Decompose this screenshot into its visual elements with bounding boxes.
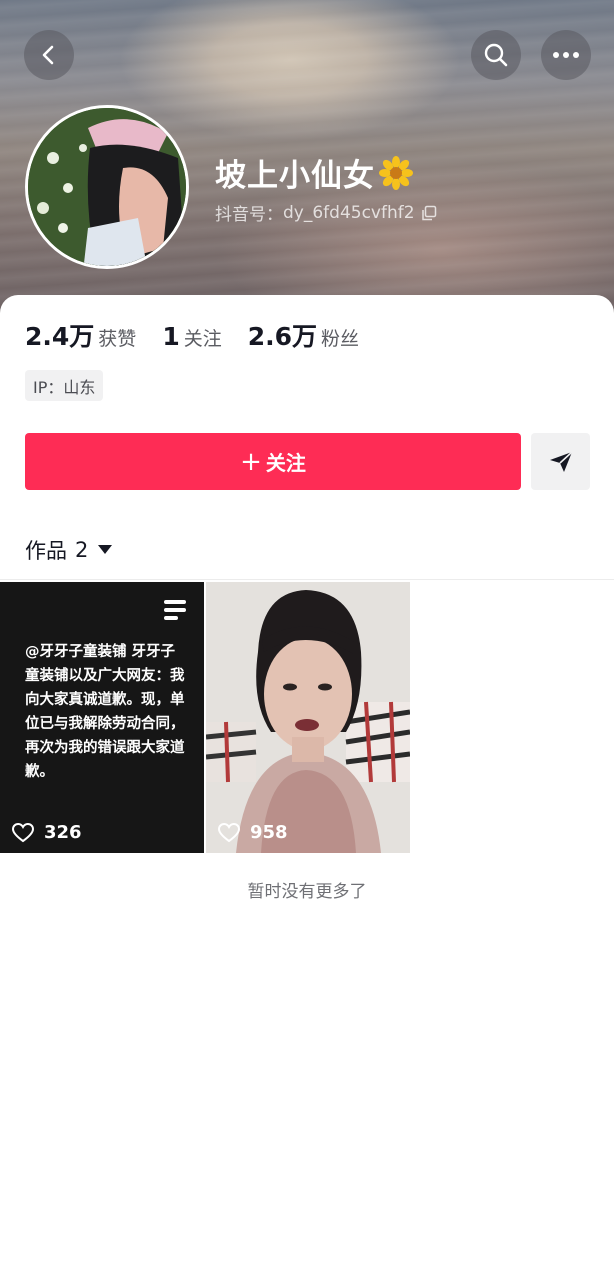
stat-value: 1 xyxy=(162,322,180,351)
follow-button-label: 关注 xyxy=(265,451,306,475)
works-tab[interactable]: 作品 2 xyxy=(25,535,113,565)
stat-following[interactable]: 1 关注 xyxy=(162,322,221,351)
ip-location-tag: IP：山东 xyxy=(25,370,104,401)
caret-down-icon xyxy=(98,545,113,555)
share-icon xyxy=(549,450,573,472)
video-thumbnail[interactable]: @牙牙子童装铺 牙牙子童装铺以及广大网友：我向大家真诚道歉。现，单位已与我解除劳… xyxy=(0,582,204,853)
avatar-image xyxy=(28,108,186,266)
profile-name-text: 坡上小仙女 xyxy=(215,158,375,194)
share-button[interactable] xyxy=(531,433,590,490)
more-button[interactable] xyxy=(541,30,591,80)
follow-button[interactable]: + 关注 xyxy=(25,433,521,490)
douyin-id-label: 抖音号： xyxy=(215,205,283,225)
profile-header: 坡上小仙女 抖音号： dy_6fd45cvfhf2 xyxy=(0,0,614,330)
back-button[interactable] xyxy=(24,30,74,80)
stat-likes[interactable]: 2.4万 获赞 xyxy=(25,317,136,353)
profile-name: 坡上小仙女 xyxy=(215,150,413,195)
like-count: 326 xyxy=(12,822,82,843)
douyin-id-value: dy_6fd45cvfhf2 xyxy=(283,202,415,223)
stat-label: 获赞 xyxy=(98,328,137,350)
text-post-icon xyxy=(164,600,186,620)
works-count: 2 xyxy=(75,538,89,562)
stat-followers[interactable]: 2.6万 粉丝 xyxy=(248,317,359,353)
heart-icon xyxy=(218,822,240,843)
works-label: 作品 xyxy=(25,539,67,563)
stat-value: 2.4万 xyxy=(25,322,95,351)
video-cover-text: @牙牙子童装铺 牙牙子童装铺以及广大网友：我向大家真诚道歉。现，单位已与我解除劳… xyxy=(25,644,185,780)
profile-card: 2.4万 获赞 1 关注 2.6万 粉丝 IP：山东 + 关注 作品 2 @牙牙… xyxy=(0,295,614,1280)
more-icon xyxy=(553,52,579,58)
video-cover-image xyxy=(206,582,410,853)
avatar[interactable] xyxy=(25,105,189,269)
back-icon xyxy=(42,45,54,65)
douyin-id: 抖音号： dy_6fd45cvfhf2 xyxy=(215,200,437,225)
no-more-content: 暂时没有更多了 xyxy=(247,882,367,902)
stat-label: 粉丝 xyxy=(321,328,360,350)
like-count-value: 958 xyxy=(250,822,288,843)
video-thumbnail[interactable]: 958 xyxy=(206,582,410,853)
stat-label: 关注 xyxy=(183,328,222,350)
search-button[interactable] xyxy=(471,30,521,80)
heart-icon xyxy=(12,822,34,843)
copy-icon[interactable] xyxy=(421,205,437,221)
like-count: 958 xyxy=(218,822,288,843)
stats-row: 2.4万 获赞 1 关注 2.6万 粉丝 xyxy=(25,317,385,353)
like-count-value: 326 xyxy=(44,822,82,843)
divider xyxy=(0,579,614,580)
search-icon xyxy=(484,43,508,67)
stat-value: 2.6万 xyxy=(247,322,318,351)
plus-icon: + xyxy=(240,446,262,477)
flower-icon xyxy=(379,155,413,190)
